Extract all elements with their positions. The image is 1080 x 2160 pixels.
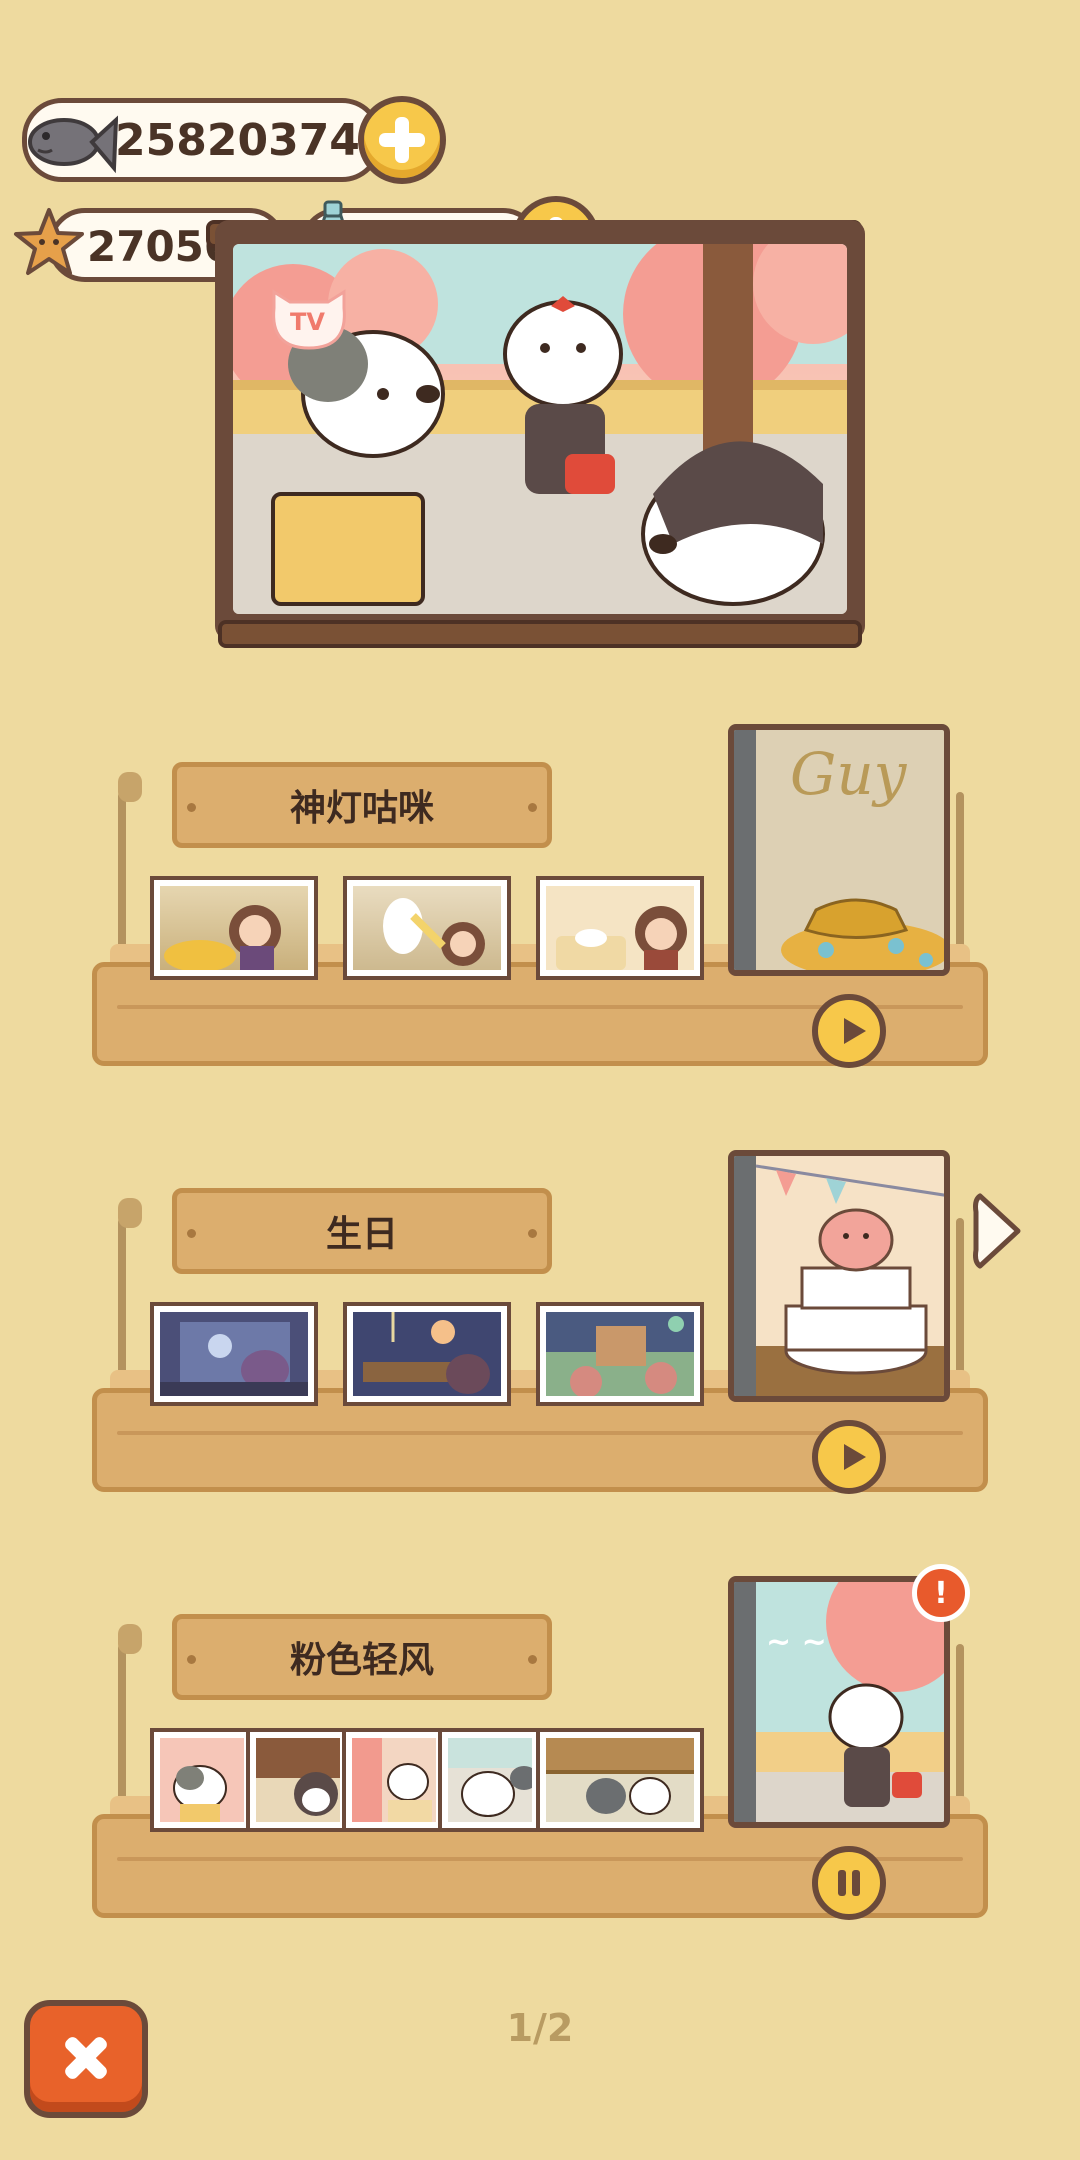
pink-breeze-illustration: ~ ~ — [756, 1582, 944, 1822]
album-scene-thumbnail[interactable] — [150, 1302, 318, 1406]
fish-currency-value: 258203745 — [115, 115, 391, 166]
album-scene-thumbnail[interactable] — [343, 876, 511, 980]
chevron-right-icon[interactable] — [972, 1190, 1024, 1272]
album-scene-thumbnail[interactable] — [343, 1302, 511, 1406]
tv-logo-label: TV — [290, 308, 325, 336]
album-scene-thumbnail[interactable] — [342, 1728, 446, 1832]
play-button[interactable] — [812, 994, 886, 1068]
play-icon — [844, 1444, 866, 1470]
album-scene-thumbnail[interactable] — [438, 1728, 542, 1832]
album-scene-thumbnail[interactable] — [150, 1728, 254, 1832]
star-icon — [14, 208, 84, 275]
magic-lamp-illustration — [781, 898, 944, 970]
pause-button[interactable] — [812, 1846, 886, 1920]
close-button[interactable] — [24, 2000, 148, 2118]
play-icon — [844, 1018, 866, 1044]
pause-icon — [838, 1870, 846, 1896]
album-scene-thumbnail[interactable] — [536, 876, 704, 980]
album-cover-text: Guy — [790, 740, 907, 808]
album-cover[interactable]: Guy — [728, 724, 950, 976]
album-title-sign: 生日 — [172, 1188, 552, 1274]
album-title: 神灯咕咪 — [289, 788, 434, 829]
album-title-sign: 神灯咕咪 — [172, 762, 552, 848]
fish-icon — [28, 115, 118, 174]
add-fish-button[interactable] — [358, 96, 446, 184]
album-scene-thumbnail[interactable] — [150, 876, 318, 980]
album-cover[interactable]: ~ ~ — [728, 1576, 950, 1828]
play-button[interactable] — [812, 1420, 886, 1494]
shelf1-post-cap — [118, 772, 142, 802]
tv-frame — [215, 220, 865, 640]
album-scene-thumbnail[interactable] — [536, 1728, 704, 1832]
shelf2-post-cap — [118, 1198, 142, 1228]
album-title: 生日 — [325, 1214, 398, 1255]
shelf3-post-cap — [118, 1624, 142, 1654]
birthday-cake-illustration — [756, 1164, 944, 1396]
album-title-sign: 粉色轻风 — [172, 1614, 552, 1700]
album-cover[interactable] — [728, 1150, 950, 1402]
album-scene-thumbnail[interactable] — [536, 1302, 704, 1406]
album-scene-thumbnail[interactable] — [246, 1728, 350, 1832]
album-title: 粉色轻风 — [289, 1640, 434, 1681]
page-indicator: 1/2 — [506, 2006, 574, 2050]
tv-bottom-rail — [218, 620, 862, 648]
svg-text:~ ~: ~ ~ — [766, 1625, 827, 1660]
alert-badge: ! — [912, 1564, 970, 1622]
